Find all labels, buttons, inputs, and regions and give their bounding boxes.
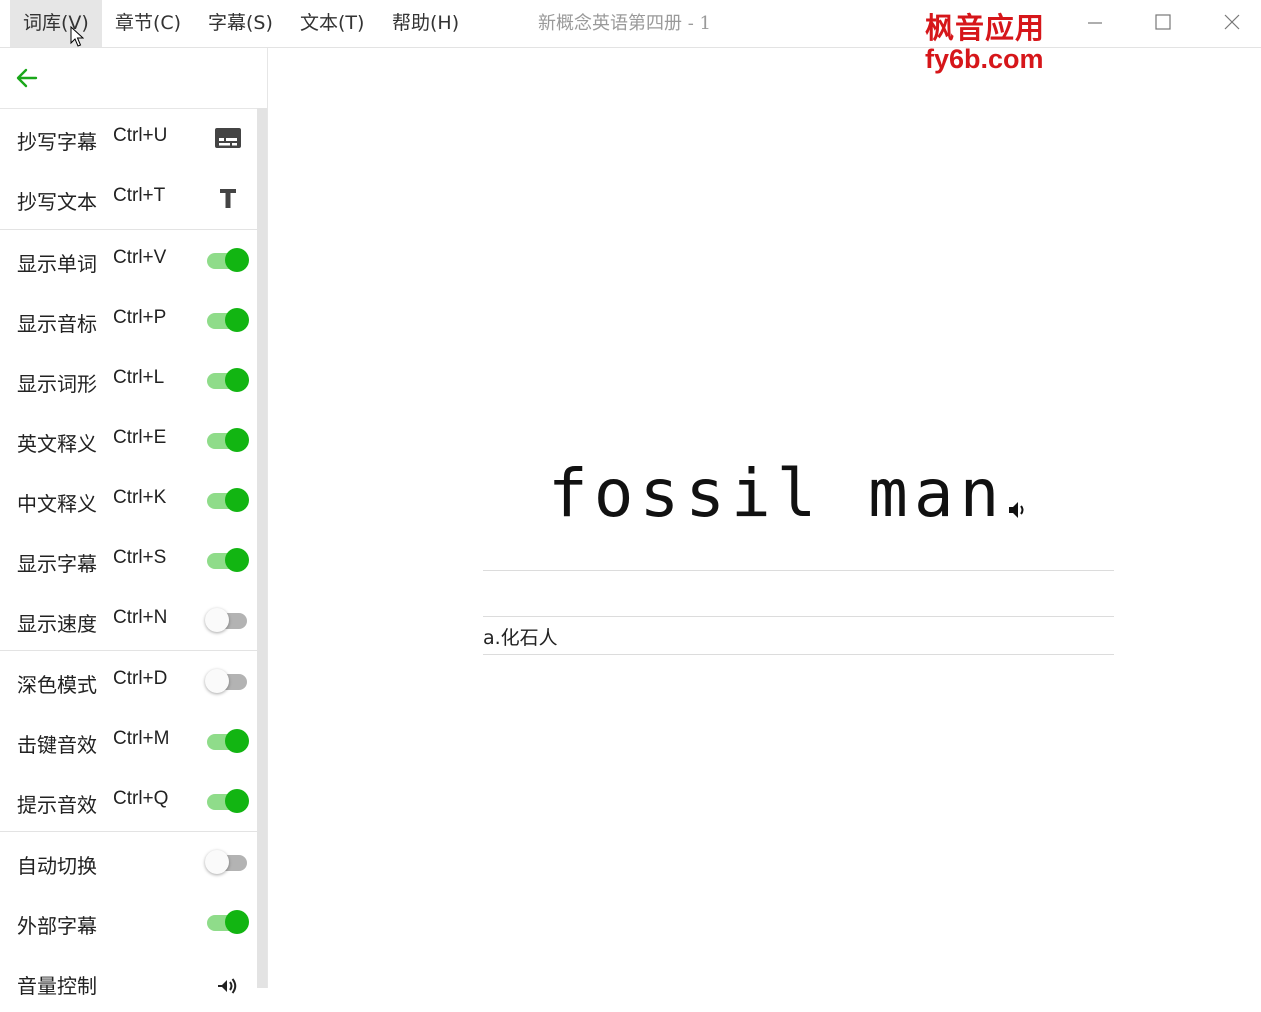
sidebar-item-show-speed[interactable]: 显示速度 Ctrl+N [0,590,257,650]
sidebar-scrollbar[interactable] [257,108,267,988]
settings-sidebar: 抄写字幕 Ctrl+U 抄写文本 Ctrl+T 显示单词 Ctrl+V 显示音标… [0,48,268,998]
minimize-button[interactable] [1080,8,1110,38]
menu-subtitle-label: 字幕(S) [208,12,273,34]
sidebar-item-keystroke-sound[interactable]: 击键音效 Ctrl+M [0,711,257,771]
menu-help[interactable]: 帮助(H) [379,0,472,47]
sidebar-item-label: 击键音效 [17,733,97,757]
sidebar-item-external-subtitle[interactable]: 外部字幕 [0,892,257,952]
shortcut-label: Ctrl+M [113,728,170,749]
sidebar-item-label: 自动切换 [17,854,97,878]
sidebar-item-label: 显示单词 [17,252,97,276]
toggle-switch[interactable] [205,729,249,753]
toggle-switch[interactable] [205,910,249,934]
separator-line [483,570,1114,571]
toggle-switch[interactable] [205,548,249,572]
menu-subtitle[interactable]: 字幕(S) [195,0,286,47]
sidebar-item-label: 显示字幕 [17,552,97,576]
shortcut-label: Ctrl+N [113,607,168,628]
sidebar-item-chinese-definition[interactable]: 中文释义 Ctrl+K [0,470,257,530]
menu-vocab[interactable]: 词库(V) [10,0,102,47]
shortcut-label: Ctrl+K [113,487,167,508]
toggle-switch[interactable] [205,368,249,392]
close-icon [1224,14,1240,30]
sidebar-item-label: 英文释义 [17,432,97,456]
sidebar-item-label: 中文释义 [17,492,97,516]
sidebar-item-label: 显示词形 [17,372,97,396]
brand-watermark-url: fy6b.com [925,44,1044,74]
chinese-definition: a.化石人 [483,627,558,649]
sidebar-item-show-word[interactable]: 显示单词 Ctrl+V [0,230,257,290]
toggle-switch[interactable] [205,789,249,813]
sidebar-item-label: 外部字幕 [17,914,97,938]
menu-chapter[interactable]: 章节(C) [102,0,194,47]
sidebar-item-copy-text[interactable]: 抄写文本 Ctrl+T [0,168,257,228]
sidebar-item-label: 抄写字幕 [17,130,97,154]
sidebar-item-label: 提示音效 [17,793,97,817]
shortcut-label: Ctrl+S [113,547,167,568]
brand-watermark-name: 枫音应用 [925,11,1046,45]
shortcut-label: Ctrl+U [113,125,168,146]
menu-text-label: 文本(T) [300,12,365,34]
arrow-left-icon[interactable] [14,66,40,90]
sidebar-item-label: 抄写文本 [17,190,97,214]
close-button[interactable] [1217,8,1247,38]
menu-text[interactable]: 文本(T) [287,0,377,47]
text-icon [220,189,236,208]
separator-line [483,654,1114,655]
shortcut-label: Ctrl+E [113,427,167,448]
toggle-switch[interactable] [205,850,249,874]
menu-help-label: 帮助(H) [392,12,460,34]
toggle-switch[interactable] [205,308,249,332]
sidebar-item-hint-sound[interactable]: 提示音效 Ctrl+Q [0,771,257,831]
menu-chapter-label: 章节(C) [115,12,182,34]
speaker-icon[interactable] [1007,499,1029,521]
sidebar-item-english-definition[interactable]: 英文释义 Ctrl+E [0,410,257,470]
shortcut-label: Ctrl+L [113,367,165,388]
subtitles-icon [215,128,241,148]
sidebar-item-label: 深色模式 [17,673,97,697]
sidebar-item-dark-mode[interactable]: 深色模式 Ctrl+D [0,651,257,711]
sidebar-item-auto-switch[interactable]: 自动切换 [0,832,257,892]
toggle-switch[interactable] [205,608,249,632]
shortcut-label: Ctrl+P [113,307,167,328]
toggle-switch[interactable] [205,488,249,512]
maximize-button[interactable] [1148,8,1178,38]
title-bar: 词库(V) 章节(C) 字幕(S) 文本(T) 帮助(H) 新概念英语第四册 -… [0,0,1261,48]
sidebar-item-copy-subtitle[interactable]: 抄写字幕 Ctrl+U [0,108,257,168]
volume-icon[interactable] [205,967,249,997]
toggle-switch[interactable] [205,428,249,452]
sidebar-item-label: 显示速度 [17,612,97,636]
sidebar-item-label: 显示音标 [17,312,97,336]
sidebar-item-show-subtitle[interactable]: 显示字幕 Ctrl+S [0,530,257,590]
sidebar-item-show-phonetic[interactable]: 显示音标 Ctrl+P [0,290,257,350]
shortcut-label: Ctrl+T [113,185,166,206]
shortcut-label: Ctrl+D [113,668,168,689]
toggle-switch[interactable] [205,248,249,272]
current-word: fossil man [548,455,1006,532]
mouse-cursor-icon [70,26,84,47]
sidebar-item-label: 音量控制 [17,974,97,998]
sidebar-header [0,48,267,109]
separator-line [483,616,1114,617]
shortcut-label: Ctrl+Q [113,788,169,809]
minimize-icon [1088,22,1102,24]
toggle-switch[interactable] [205,669,249,693]
sidebar-item-volume-control[interactable]: 音量控制 [0,952,257,1012]
maximize-icon [1155,14,1171,30]
window-title: 新概念英语第四册 - 1 [538,13,711,34]
sidebar-item-show-word-form[interactable]: 显示词形 Ctrl+L [0,350,257,410]
shortcut-label: Ctrl+V [113,247,167,268]
